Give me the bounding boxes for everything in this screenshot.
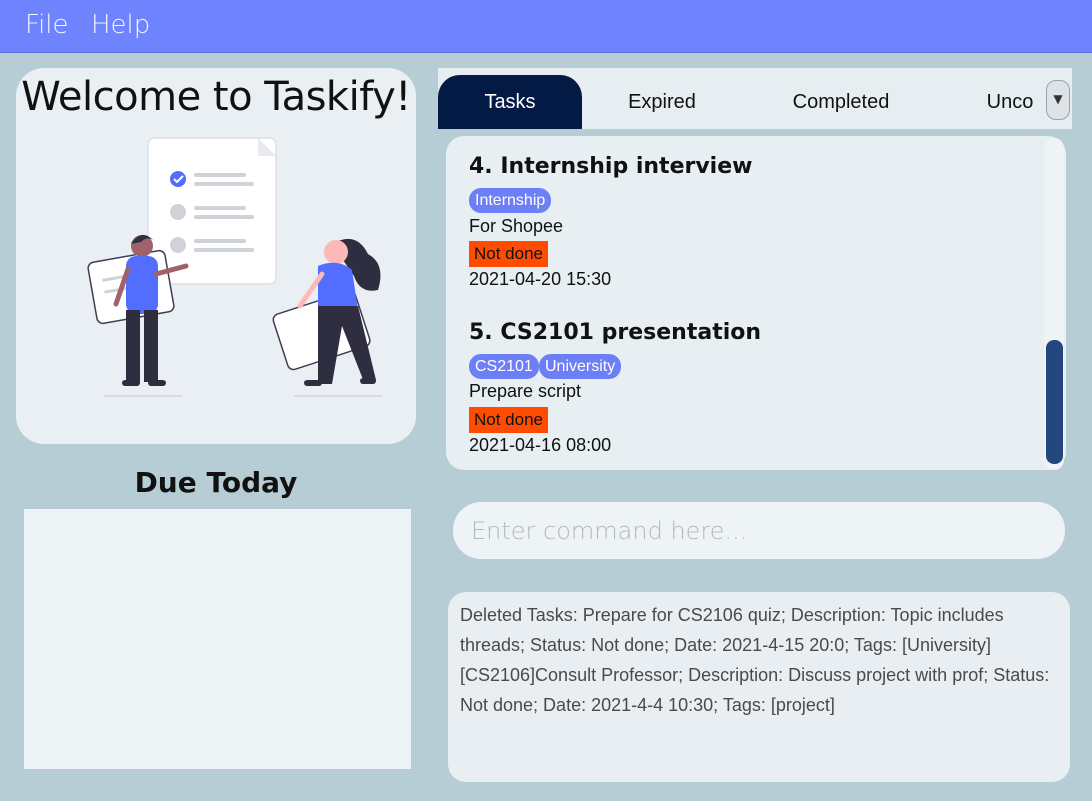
status-badge: Not done — [469, 241, 548, 267]
welcome-title: Welcome to Taskify! — [21, 74, 411, 120]
welcome-card: Welcome to Taskify! — [16, 68, 416, 444]
tab-tasks[interactable]: Tasks — [438, 75, 582, 129]
tab-overflow-dropdown[interactable]: ▼ — [1046, 80, 1070, 120]
task-list-scrollbar-thumb[interactable] — [1046, 340, 1063, 464]
task-list[interactable]: 4. Internship interview Internship For S… — [446, 136, 1066, 470]
task-name: CS2101 presentation — [500, 320, 762, 345]
due-today-title: Due Today — [134, 466, 298, 499]
menu-bar: File Help — [0, 0, 1092, 53]
task-date: 2021-04-16 08:00 — [469, 435, 612, 455]
command-input[interactable] — [453, 502, 1065, 559]
chevron-down-icon: ▼ — [1053, 92, 1063, 106]
tag-university: University — [539, 354, 622, 379]
tag-internship: Internship — [469, 188, 552, 213]
tab-uncompleted[interactable]: Unco — [970, 75, 1050, 129]
task-title: 5. CS2101 presentation — [469, 320, 761, 345]
task-name: Internship interview — [500, 154, 753, 179]
task-description: For Shopee — [469, 216, 564, 236]
tab-completed[interactable]: Completed — [764, 75, 918, 129]
task-card[interactable]: 4. Internship interview Internship For S… — [446, 136, 1042, 300]
menu-help[interactable]: Help — [91, 10, 150, 40]
task-description: Prepare script — [469, 381, 582, 401]
task-checklist-illustration — [87, 137, 382, 397]
task-index: 5. — [469, 320, 493, 345]
due-today-list[interactable] — [24, 509, 411, 769]
menu-file[interactable]: File — [25, 10, 69, 40]
task-card[interactable]: 5. CS2101 presentation CS2101 University… — [446, 304, 1042, 468]
task-index: 4. — [469, 154, 493, 179]
tab-bar: Tasks Expired Completed Unco — [438, 68, 1072, 129]
tab-expired[interactable]: Expired — [592, 75, 732, 129]
result-display: Deleted Tasks: Prepare for CS2106 quiz; … — [448, 592, 1070, 782]
tag-cs2101: CS2101 — [469, 354, 539, 379]
task-date: 2021-04-20 15:30 — [469, 269, 612, 289]
task-title: 4. Internship interview — [469, 154, 752, 179]
status-badge: Not done — [469, 407, 548, 433]
